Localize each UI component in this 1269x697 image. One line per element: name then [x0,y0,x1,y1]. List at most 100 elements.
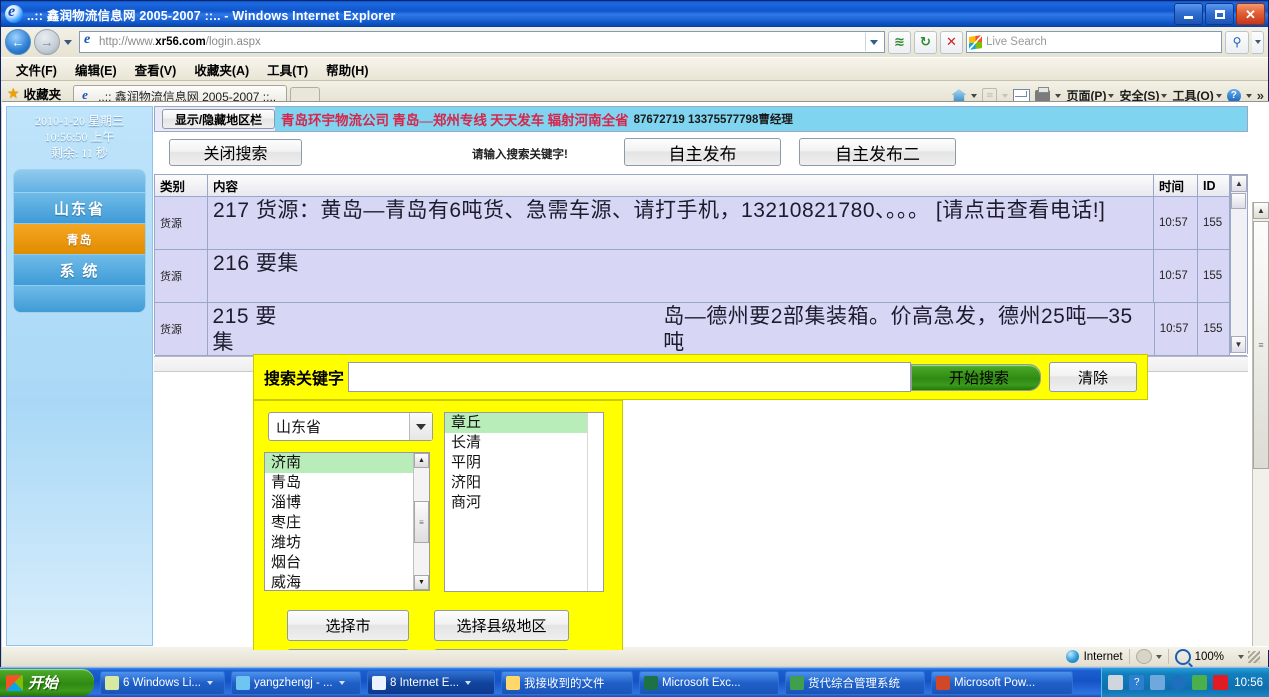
list-item[interactable]: 章丘 [445,413,603,433]
province-chevron-down-icon[interactable] [409,413,432,440]
list-item[interactable]: 潍坊 [265,533,429,553]
zoom-control[interactable]: 100% [1168,649,1268,664]
grid-scroll-down-button[interactable]: ▼ [1231,336,1246,353]
list-item[interactable]: 青岛 [265,473,429,493]
row-content[interactable]: 216 要集 [208,250,1154,302]
row-content[interactable]: 215 要集 岛—德州要2部集装箱。价高急发，德州25吨—35吨 [208,303,1155,355]
url-dropdown-icon[interactable] [865,33,882,51]
search-submit-button[interactable]: ⚲ [1225,31,1249,54]
print-caret-icon[interactable] [1055,94,1061,98]
select-all-cities-button[interactable]: 全选市 [287,649,409,650]
taskbar-item-internet-explorer[interactable]: 8 Internet E... [367,671,495,695]
browser-scroll-up-button[interactable]: ▲ [1253,202,1269,219]
taskbar-caret-icon[interactable] [465,681,471,685]
list-item[interactable]: 商河 [445,493,603,513]
select-city-button[interactable]: 选择市 [287,610,409,641]
city-scroll-thumb[interactable]: ≡ [414,501,429,543]
refresh-button[interactable]: ↻ [914,31,937,54]
live-search-box[interactable]: Live Search [966,31,1222,53]
table-row[interactable]: 货源 216 要集 10:57 155 [155,250,1247,303]
menu-item-edit[interactable]: 编辑(E) [66,58,126,81]
lock-icon [1136,649,1152,664]
url-bar[interactable]: http://www.xr56.com/login.aspx [79,31,885,53]
list-item[interactable]: 淄博 [265,493,429,513]
self-publish-two-button[interactable]: 自主发布二 [799,138,956,166]
start-search-button[interactable]: 开始搜索 [911,364,1041,391]
province-select[interactable]: 山东省 [268,412,433,441]
taskbar-item-windows-live[interactable]: 6 Windows Li... [100,671,225,695]
search-keyword-input[interactable] [348,362,911,392]
taskbar-item-excel[interactable]: Microsoft Exc... [639,671,779,695]
protected-mode-indicator[interactable] [1129,649,1168,664]
feed-button[interactable]: ≋ [888,31,911,54]
county-listbox-scrollbar[interactable] [587,413,603,591]
row-content-tail: 岛—德州要2部集装箱。价高急发，德州25吨—35吨 [663,304,1148,356]
help-caret-icon[interactable] [1246,94,1252,98]
clock-tray-icon[interactable] [1171,675,1186,690]
list-item[interactable]: 长清 [445,433,603,453]
taskbar-item-received-files[interactable]: 我接收到的文件 [501,671,633,695]
city-scroll-down-button[interactable]: ▼ [414,575,429,590]
city-listbox-scrollbar[interactable]: ▲ ≡ ▼ [413,453,429,590]
sidebar-item-province[interactable]: 山东省 [14,193,145,224]
city-scroll-up-button[interactable]: ▲ [414,453,429,468]
menu-item-tools[interactable]: 工具(T) [258,58,317,81]
tray-clock[interactable]: 10:56 [1234,675,1263,691]
list-item[interactable]: 烟台 [265,553,429,573]
sidebar-item-qingdao[interactable]: 青岛 [14,224,145,255]
recent-pages-caret-icon[interactable] [64,40,72,45]
table-row[interactable]: 货源 215 要集 岛—德州要2部集装箱。价高急发，德州25吨—35吨 10:5… [155,303,1247,356]
close-button[interactable]: ✕ [1236,3,1265,25]
back-button[interactable]: ← [5,29,31,55]
taskbar-item-yangzhengj[interactable]: yangzhengj - ... [231,671,361,695]
list-item[interactable]: 济南 [265,453,429,473]
list-item[interactable]: 济阳 [445,473,603,493]
clear-search-button[interactable]: 清除 [1049,362,1137,392]
taskbar-caret-icon[interactable] [207,681,213,685]
browser-scrollbar[interactable]: ▲ ≡ ▼ [1252,202,1269,650]
network-icon[interactable] [1150,675,1165,690]
stop-button[interactable]: ✕ [940,31,963,54]
list-item[interactable]: 平阴 [445,453,603,473]
toggle-region-bar-button[interactable]: 显示/隐藏地区栏 [162,109,275,129]
search-provider-caret-icon[interactable] [1252,31,1264,54]
table-row[interactable]: 货源 217 货源：黄岛—青岛有6吨货、急需车源、请打手机，1321082178… [155,197,1247,250]
maximize-button[interactable] [1205,3,1234,25]
close-search-button[interactable]: 关闭搜索 [169,139,302,166]
menu-item-file[interactable]: 文件(F) [7,58,66,81]
grid-scroll-thumb[interactable] [1231,193,1246,209]
city-listbox[interactable]: 济南 青岛 淄博 枣庄 潍坊 烟台 威海 ▲ ≡ ▼ [264,452,430,591]
keyboard-icon[interactable] [1108,675,1123,690]
list-item[interactable]: 威海 [265,573,429,591]
menu-item-help[interactable]: 帮助(H) [317,58,377,81]
taskbar-item-powerpoint[interactable]: Microsoft Pow... [931,671,1073,695]
menu-item-view[interactable]: 查看(V) [126,58,186,81]
taskbar-caret-icon[interactable] [339,681,345,685]
county-listbox[interactable]: 章丘 长清 平阴 济阳 商河 [444,412,604,592]
forward-button[interactable]: → [34,29,60,55]
grid-scrollbar[interactable]: ▲ ▼ [1230,175,1247,353]
self-publish-button[interactable]: 自主发布 [624,138,781,166]
select-all-counties-button[interactable]: 全选县级地区 [434,649,569,650]
resize-grip[interactable] [1248,651,1260,663]
browser-scroll-thumb[interactable]: ≡ [1253,221,1269,469]
address-bar: ← → http://www.xr56.com/login.aspx ≋ ↻ ✕… [1,27,1268,57]
site-sidebar: 2010-1-20 星期三 10:56:50 上午 剩余: 11 秒 山东省 青… [6,106,153,646]
help-tray-icon[interactable]: ? [1129,675,1144,690]
taskbar-item-freight-system[interactable]: 货代综合管理系统 [785,671,925,695]
menu-item-favorites[interactable]: 收藏夹(A) [185,58,258,81]
print-icon[interactable] [1035,90,1050,102]
list-item[interactable]: 枣庄 [265,513,429,533]
sidebar-item-system[interactable]: 系 统 [14,255,145,286]
row-content[interactable]: 217 货源：黄岛—青岛有6吨货、急需车源、请打手机，13210821780、。… [208,197,1154,249]
minimize-button[interactable] [1174,3,1203,25]
home-caret-icon[interactable] [971,94,977,98]
rising-icon[interactable] [1213,675,1228,690]
grid-scroll-up-button[interactable]: ▲ [1231,175,1247,192]
antivirus-icon[interactable] [1192,675,1207,690]
start-button[interactable]: 开始 [0,669,94,696]
self-publish-two-label: 自主发布二 [835,140,920,165]
announcement-phone: 87672719 13375577798曹经理 [634,111,793,127]
select-county-button[interactable]: 选择县级地区 [434,610,569,641]
sidebar-time: 10:56:50 上午 [7,129,152,145]
